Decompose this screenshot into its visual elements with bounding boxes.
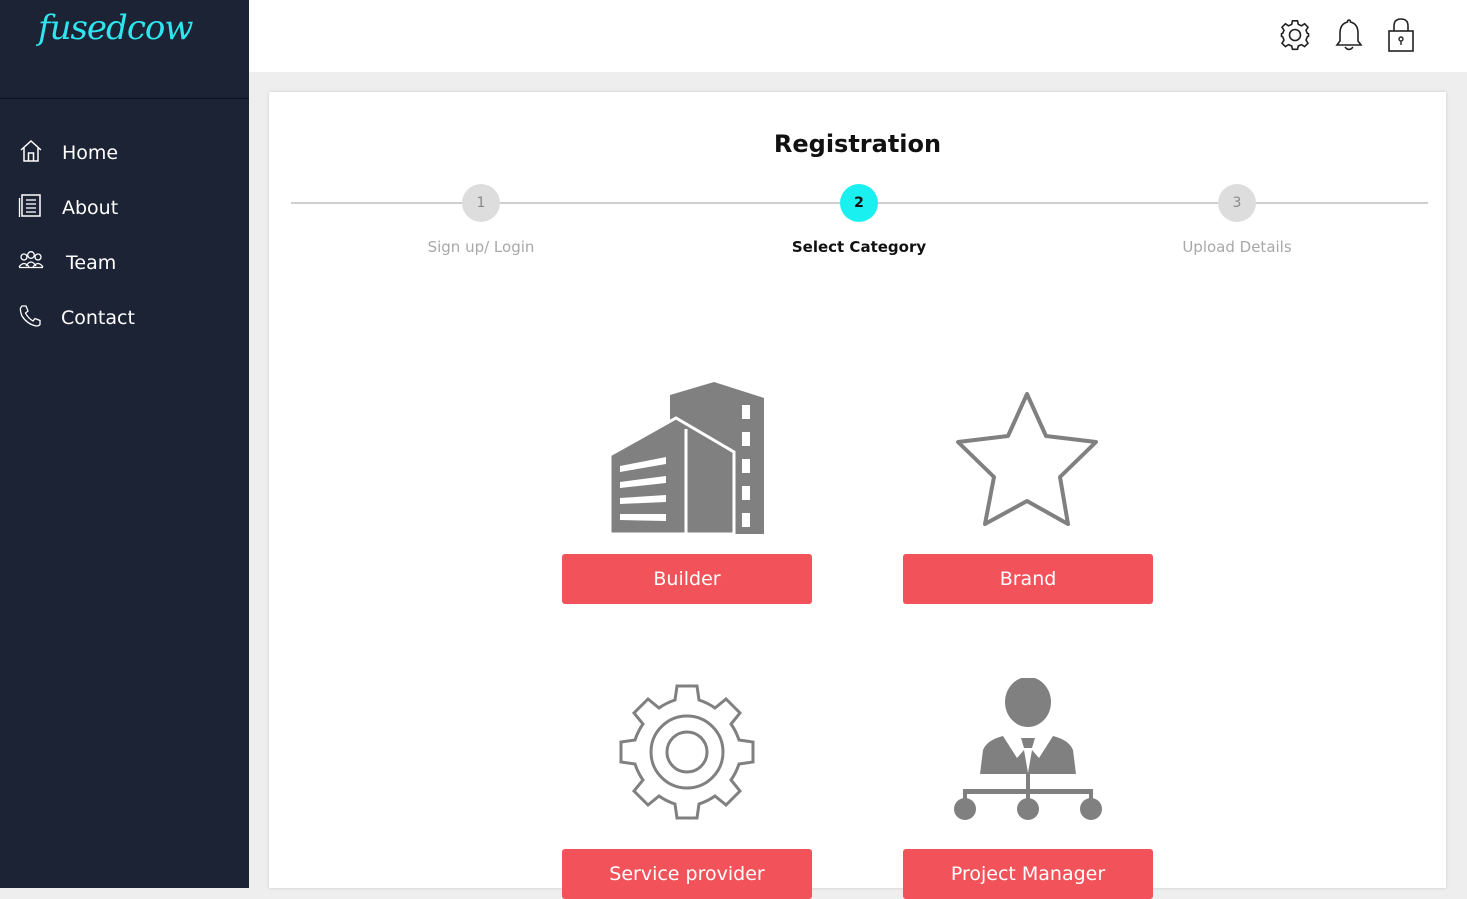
bell-icon[interactable] xyxy=(1332,17,1366,53)
registration-card: Registration 1 2 3 Sign up/ Login Select… xyxy=(269,92,1446,899)
service-gear-icon[interactable] xyxy=(619,684,755,820)
home-icon xyxy=(20,139,42,162)
logo-area: fusedcow xyxy=(0,0,249,99)
sidebar-item-label: Contact xyxy=(61,307,135,329)
builder-button[interactable]: Builder xyxy=(562,554,812,604)
settings-gear-icon[interactable] xyxy=(1278,17,1312,53)
building-icon[interactable] xyxy=(610,380,765,535)
sidebar-item-label: Team xyxy=(66,252,117,274)
logo[interactable]: fusedcow xyxy=(38,8,193,48)
phone-icon xyxy=(19,305,41,327)
step-3-circle[interactable]: 3 xyxy=(1218,184,1256,222)
sidebar-item-label: Home xyxy=(62,142,119,164)
sidebar-item-about[interactable]: About xyxy=(0,189,249,229)
brand-button[interactable]: Brand xyxy=(903,554,1153,604)
lock-icon[interactable] xyxy=(1384,17,1418,53)
sidebar-item-contact[interactable]: Contact xyxy=(0,299,249,339)
star-icon[interactable] xyxy=(952,388,1102,528)
sidebar-item-team[interactable]: Team xyxy=(0,244,249,284)
step-1-circle[interactable]: 1 xyxy=(462,184,500,222)
top-bar xyxy=(249,0,1467,72)
step-2-label: Select Category xyxy=(791,238,927,256)
team-icon xyxy=(18,251,44,269)
project-manager-button[interactable]: Project Manager xyxy=(903,849,1153,899)
page-title: Registration xyxy=(773,130,942,158)
service-provider-button[interactable]: Service provider xyxy=(562,849,812,899)
step-3-label: Upload Details xyxy=(1182,238,1292,256)
document-icon xyxy=(18,194,41,217)
org-person-icon[interactable] xyxy=(953,678,1103,828)
step-1-label: Sign up/ Login xyxy=(427,238,535,256)
sidebar: fusedcow Home About Team Contact xyxy=(0,0,249,888)
sidebar-item-home[interactable]: Home xyxy=(0,134,249,174)
sidebar-item-label: About xyxy=(62,197,119,219)
step-2-circle[interactable]: 2 xyxy=(840,184,878,222)
